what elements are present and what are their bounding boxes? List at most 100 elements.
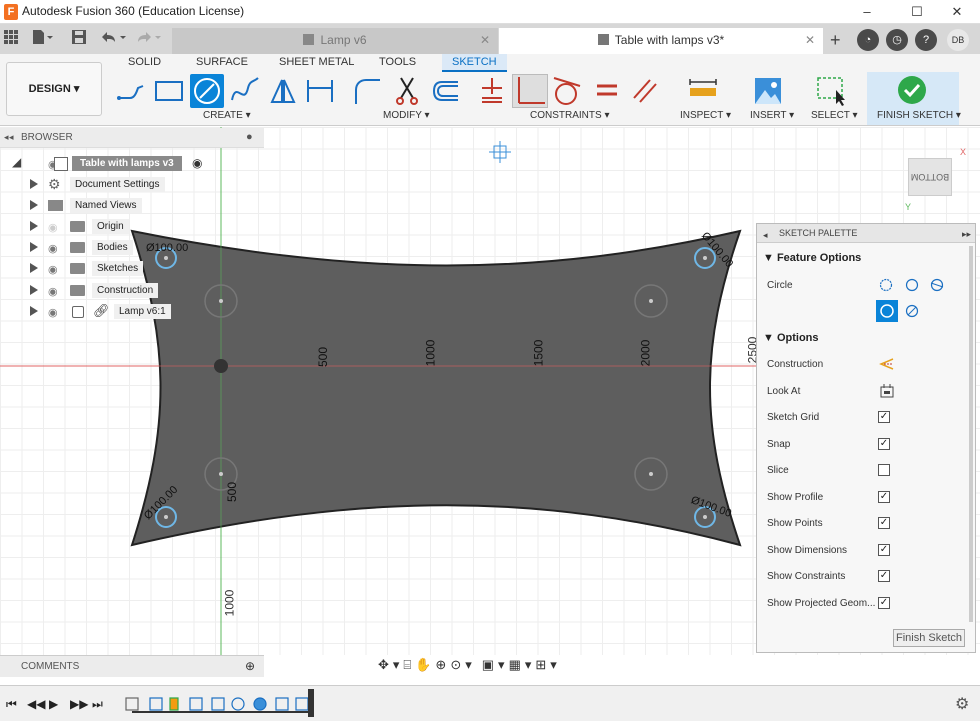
user-avatar[interactable]: DB bbox=[947, 29, 969, 51]
create-menu[interactable]: CREATE ▾ bbox=[203, 110, 251, 121]
visibility-eye-icon[interactable]: ◉ bbox=[48, 242, 58, 255]
collapse-browser-icon[interactable]: ◂ bbox=[4, 132, 9, 143]
look-at-nav-icon[interactable]: ⌸ bbox=[403, 657, 415, 672]
palette-collapse-icon[interactable]: ◂ bbox=[763, 226, 768, 245]
palette-finish-sketch-button[interactable]: Finish Sketch bbox=[893, 629, 965, 647]
activate-radio-icon[interactable]: ◉ bbox=[192, 156, 202, 170]
constraints-menu[interactable]: CONSTRAINTS ▾ bbox=[530, 110, 609, 121]
visibility-eye-icon[interactable]: ◉ bbox=[48, 263, 58, 276]
fillet-tool-icon[interactable] bbox=[352, 76, 382, 106]
dimension-vertical-1000[interactable]: 1000 bbox=[222, 590, 236, 617]
go-to-start-icon[interactable]: ⏮ bbox=[6, 697, 17, 712]
expand-icon[interactable] bbox=[30, 179, 38, 189]
show-constraints-checkbox[interactable]: ✓ bbox=[878, 570, 890, 582]
redo-icon[interactable] bbox=[136, 30, 164, 47]
option-construction[interactable]: Construction bbox=[767, 358, 962, 370]
save-icon[interactable] bbox=[72, 30, 86, 47]
browser-item-document-settings[interactable]: ⚙ Document Settings bbox=[0, 174, 264, 195]
dimension-tool-icon[interactable] bbox=[305, 76, 335, 106]
hidden-eye-icon[interactable]: ◉ bbox=[48, 221, 58, 234]
option-show-constraints[interactable]: Show Constraints ✓ bbox=[767, 570, 962, 582]
pan-hand-icon[interactable]: ✋ bbox=[415, 657, 435, 672]
expand-icon[interactable] bbox=[30, 306, 38, 316]
tab-sketch[interactable]: SKETCH bbox=[442, 54, 507, 72]
mirror-tool-icon[interactable] bbox=[268, 76, 298, 106]
timeline-marker[interactable] bbox=[308, 689, 314, 717]
close-tab-icon[interactable]: ✕ bbox=[480, 28, 490, 52]
play-icon[interactable]: ▶ bbox=[49, 697, 58, 711]
option-sketch-grid[interactable]: Sketch Grid ✓ bbox=[767, 411, 962, 423]
browser-root-row[interactable]: ◢ ◉ Table with lamps v3 ◉ bbox=[0, 153, 264, 174]
expand-icon[interactable] bbox=[30, 221, 38, 231]
options-section[interactable]: ▼ Options bbox=[763, 332, 819, 344]
option-show-profile[interactable]: Show Profile ✓ bbox=[767, 491, 962, 503]
option-show-points[interactable]: Show Points ✓ bbox=[767, 517, 962, 529]
browser-pin-icon[interactable]: ● bbox=[246, 131, 253, 143]
file-menu-icon[interactable] bbox=[32, 30, 54, 47]
show-projected-geometries-checkbox[interactable]: ✓ bbox=[878, 597, 890, 609]
new-tab-plus-icon[interactable]: + bbox=[830, 31, 841, 49]
tab-table-with-lamps[interactable]: Table with lamps v3* ✕ bbox=[499, 28, 823, 54]
go-to-end-icon[interactable]: ⏭ bbox=[92, 697, 103, 712]
line-tool-icon[interactable] bbox=[116, 76, 146, 106]
expand-icon[interactable] bbox=[30, 200, 38, 210]
step-back-icon[interactable]: ◀◀ bbox=[27, 697, 45, 711]
expand-icon[interactable] bbox=[30, 242, 38, 252]
show-profile-checkbox[interactable]: ✓ bbox=[878, 491, 890, 503]
modify-menu[interactable]: MODIFY ▾ bbox=[383, 110, 430, 121]
tab-surface[interactable]: SURFACE bbox=[196, 56, 248, 68]
dimension-500[interactable]: 500 bbox=[316, 347, 330, 367]
offset-tool-icon[interactable] bbox=[430, 76, 460, 106]
viewcube[interactable]: BOTTOM bbox=[908, 158, 952, 196]
dimension-vertical-500[interactable]: 500 bbox=[225, 482, 239, 502]
option-show-dimensions[interactable]: Show Dimensions ✓ bbox=[767, 544, 962, 556]
tab-lamp-v6[interactable]: Lamp v6 ✕ bbox=[172, 28, 498, 54]
select-window-icon[interactable] bbox=[816, 76, 846, 106]
sketch-grid-checkbox[interactable]: ✓ bbox=[878, 411, 890, 423]
expand-icon[interactable] bbox=[30, 263, 38, 273]
measure-ruler-icon[interactable] bbox=[688, 76, 718, 106]
browser-item-construction[interactable]: ◉ Construction bbox=[0, 280, 264, 301]
sketch-palette-header[interactable]: ◂ SKETCH PALETTE ▸▸ bbox=[757, 224, 975, 243]
tangent-circle-icon[interactable] bbox=[905, 304, 919, 318]
tab-sheet-metal[interactable]: SHEET METAL bbox=[279, 56, 354, 68]
option-show-projected-geometries[interactable]: Show Projected Geom... ✓ bbox=[767, 597, 962, 609]
snap-checkbox[interactable]: ✓ bbox=[878, 438, 890, 450]
coincident-constraint-icon[interactable] bbox=[478, 76, 508, 106]
select-menu[interactable]: SELECT ▾ bbox=[811, 110, 858, 121]
browser-item-bodies[interactable]: ◉ Bodies bbox=[0, 237, 264, 258]
browser-header[interactable]: ◂ ◂ BROWSER ● bbox=[0, 128, 264, 148]
dimension-2000[interactable]: 2000 bbox=[638, 340, 652, 367]
browser-item-lamp-v6[interactable]: ◉ 🔗︎ Lamp v6:1 bbox=[0, 301, 264, 322]
show-dimensions-checkbox[interactable]: ✓ bbox=[878, 544, 890, 556]
visibility-eye-icon[interactable]: ◉ bbox=[48, 306, 58, 319]
palette-expand-icon[interactable]: ▸▸ bbox=[962, 225, 971, 244]
dimension-1000[interactable]: 1000 bbox=[423, 340, 437, 367]
workspace-switcher[interactable]: DESIGN ▾ bbox=[6, 62, 102, 116]
undo-icon[interactable] bbox=[100, 30, 128, 47]
tangent-constraint-icon[interactable] bbox=[552, 76, 582, 106]
browser-item-origin[interactable]: ◉ Origin bbox=[0, 216, 264, 237]
data-panel-grid-icon[interactable] bbox=[4, 30, 18, 47]
close-button[interactable]: ✕ bbox=[934, 0, 980, 24]
feature-options-section[interactable]: ▼ Feature Options bbox=[763, 252, 861, 264]
two-point-circle-icon[interactable] bbox=[905, 278, 919, 292]
display-settings-icon[interactable]: ▣▾ bbox=[482, 657, 509, 672]
option-look-at[interactable]: Look At bbox=[767, 384, 962, 398]
equal-constraint-icon[interactable] bbox=[592, 76, 622, 106]
option-snap[interactable]: Snap ✓ bbox=[767, 438, 962, 450]
center-diameter-circle-icon[interactable] bbox=[879, 278, 893, 292]
close-tab-icon[interactable]: ✕ bbox=[805, 28, 815, 52]
grid-settings-icon[interactable]: ▦▾ bbox=[509, 657, 536, 672]
circle-tool-button[interactable] bbox=[190, 74, 224, 108]
timeline-settings-gear-icon[interactable]: ⚙ bbox=[955, 694, 969, 714]
visibility-eye-icon[interactable]: ◉ bbox=[48, 285, 58, 298]
finish-sketch-menu[interactable]: FINISH SKETCH ▾ bbox=[877, 110, 961, 121]
rectangle-tool-icon[interactable] bbox=[154, 76, 184, 106]
orbit-icon[interactable]: ✥▾ bbox=[378, 657, 403, 672]
job-status-icon[interactable]: ◔ bbox=[857, 29, 879, 51]
insert-menu[interactable]: INSERT ▾ bbox=[750, 110, 794, 121]
circle-type-selected-button[interactable] bbox=[876, 300, 898, 322]
zoom-icon[interactable]: ⊕ bbox=[435, 657, 450, 672]
look-at-icon[interactable] bbox=[879, 384, 895, 398]
